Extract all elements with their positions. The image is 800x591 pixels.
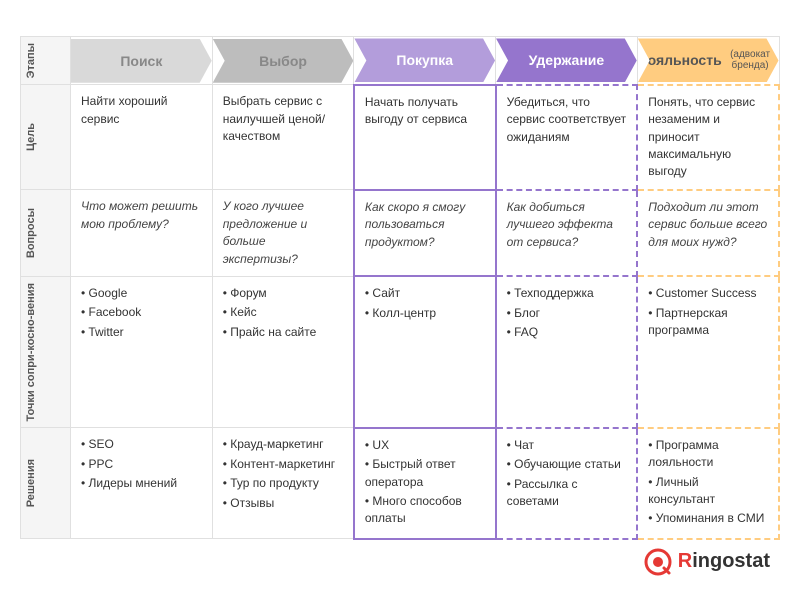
cell-plain-text: Выбрать сервис с наилучшей ценой/качеств… xyxy=(223,93,343,145)
list-item: PPC xyxy=(81,456,202,473)
list-item: Тур по продукту xyxy=(223,475,343,492)
row-label-0: Цель xyxy=(21,85,71,190)
cell-3-0: SEO PPC Лидеры мнений xyxy=(71,428,213,539)
cell-1-3: Как добиться лучшего эффекта от сервиса? xyxy=(496,190,638,277)
list-item: Форум xyxy=(223,285,343,302)
list-item: Колл-центр xyxy=(365,305,485,322)
list-item: SEO xyxy=(81,436,202,453)
cell-2-2: Сайт Колл-центр xyxy=(354,276,496,427)
logo-area: Ringostat xyxy=(20,548,780,576)
cell-0-3: Убедиться, что сервис соответствует ожид… xyxy=(496,85,638,190)
stage-header-0: Поиск xyxy=(71,37,213,85)
list-item: Много способов оплаты xyxy=(365,493,485,528)
cell-1-1: У кого лучшее предложение и больше экспе… xyxy=(212,190,354,277)
cell-italic-text: Как скоро я смогу пользоваться продуктом… xyxy=(365,199,485,251)
cell-2-1: Форум Кейс Прайс на сайте xyxy=(212,276,354,427)
list-item: Блог xyxy=(507,305,627,322)
cell-1-4: Подходит ли этот сервис больше всего для… xyxy=(637,190,779,277)
cell-3-1: Крауд-маркетинг Контент-маркетинг Тур по п… xyxy=(212,428,354,539)
stage-header-2: Покупка xyxy=(354,37,496,85)
list-item: Кейс xyxy=(223,304,343,321)
list-item: Сайт xyxy=(365,285,485,302)
row-label-3: Решения xyxy=(21,428,71,539)
list-item: Крауд-маркетинг xyxy=(223,436,343,453)
cell-3-4: Программа лояльностиЛичный консультантУп… xyxy=(637,428,779,539)
list-item: Контент-маркетинг xyxy=(223,456,343,473)
cell-italic-text: У кого лучшее предложение и больше экспе… xyxy=(223,198,343,268)
list-item: Facebook xyxy=(81,304,202,321)
cell-2-4: Customer Success Партнерская программа xyxy=(637,276,779,427)
logo-text-colored: R xyxy=(678,550,692,572)
list-item: Личный консультант xyxy=(648,474,768,509)
list-item: UX xyxy=(365,437,485,454)
list-item: Обучающие статьи xyxy=(507,456,627,473)
list-item: Партнерская программа xyxy=(648,305,768,340)
stage-header-1: Выбор xyxy=(212,37,354,85)
list-item: Техподдержка xyxy=(507,285,627,302)
stage-header-4: Лояльность(адвокат бренда) xyxy=(637,37,779,85)
journey-map-table: ЭтапыПоискВыборПокупкаУдержаниеЛояльност… xyxy=(20,36,780,540)
logo-text: Ringostat xyxy=(678,550,770,573)
list-item: Отзывы xyxy=(223,495,343,512)
page: ЭтапыПоискВыборПокупкаУдержаниеЛояльност… xyxy=(0,0,800,591)
cell-0-1: Выбрать сервис с наилучшей ценой/качеств… xyxy=(212,85,354,190)
stage-header-3: Удержание xyxy=(496,37,638,85)
cell-plain-text: Начать получать выгоду от сервиса xyxy=(365,94,485,129)
list-item: Чат xyxy=(507,437,627,454)
cell-italic-text: Что может решить мою проблему? xyxy=(81,198,202,233)
list-item: Лидеры мнений xyxy=(81,475,202,492)
cell-plain-text: Понять, что сервис незаменим и приносит … xyxy=(648,94,768,181)
stage-label-cell: Этапы xyxy=(21,37,71,85)
row-label-2: Точки сопри-косно-вения xyxy=(21,276,71,427)
list-item: Программа лояльности xyxy=(648,437,768,472)
cell-plain-text: Убедиться, что сервис соответствует ожид… xyxy=(507,94,627,146)
cell-3-3: Чат Обучающие статьи Рассылка с советами xyxy=(496,428,638,539)
list-item: Google xyxy=(81,285,202,302)
list-item: FAQ xyxy=(507,324,627,341)
cell-0-4: Понять, что сервис незаменим и приносит … xyxy=(637,85,779,190)
cell-2-0: Google Facebook Twitter xyxy=(71,276,213,427)
cell-1-0: Что может решить мою проблему? xyxy=(71,190,213,277)
list-item: Customer Success xyxy=(648,285,768,302)
cell-0-2: Начать получать выгоду от сервиса xyxy=(354,85,496,190)
cell-3-2: UX Быстрый ответ оператораМного способов … xyxy=(354,428,496,539)
row-label-1: Вопросы xyxy=(21,190,71,277)
list-item: Упоминания в СМИ xyxy=(648,510,768,527)
cell-2-3: Техподдержка Блог FAQ xyxy=(496,276,638,427)
list-item: Twitter xyxy=(81,324,202,341)
list-item: Рассылка с советами xyxy=(507,476,627,511)
cell-italic-text: Как добиться лучшего эффекта от сервиса? xyxy=(507,199,627,251)
cell-1-2: Как скоро я смогу пользоваться продуктом… xyxy=(354,190,496,277)
cell-plain-text: Найти хороший сервис xyxy=(81,93,202,128)
cell-italic-text: Подходит ли этот сервис больше всего для… xyxy=(648,199,768,251)
list-item: Быстрый ответ оператора xyxy=(365,456,485,491)
ringostat-logo-icon xyxy=(644,548,672,576)
cell-0-0: Найти хороший сервис xyxy=(71,85,213,190)
list-item: Прайс на сайте xyxy=(223,324,343,341)
